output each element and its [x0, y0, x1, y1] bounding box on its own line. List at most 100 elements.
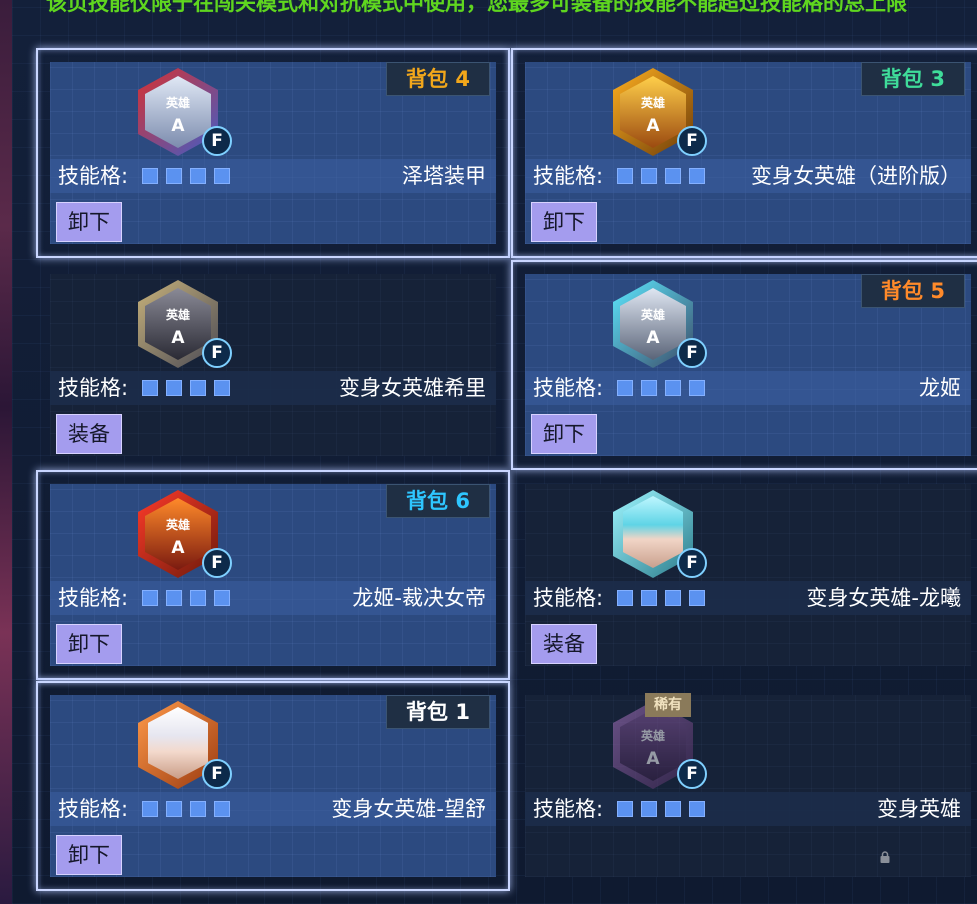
slot-square — [166, 590, 182, 606]
skill-name: 变身女英雄希里 — [339, 376, 486, 400]
hero-emblem-red-orange-icon: 英雄 A F — [130, 486, 232, 582]
skill-info-row: 技能格: 龙姬 — [525, 371, 971, 405]
slot-indicators — [617, 801, 705, 817]
skill-card-body: 英雄 A F 稀有 技能格: 变身英雄 — [525, 693, 971, 877]
slot-indicators — [142, 801, 230, 817]
bag-tag: 背包 6 — [386, 484, 490, 518]
f-badge-icon: F — [202, 759, 232, 789]
slot-square — [641, 168, 657, 184]
bag-tag: 背包 3 — [861, 62, 965, 96]
slot-square — [665, 590, 681, 606]
slot-square — [617, 590, 633, 606]
skill-info-row: 技能格: 龙姬-裁决女帝 — [50, 581, 496, 615]
f-badge-icon: F — [677, 548, 707, 578]
slot-square — [665, 168, 681, 184]
skill-card-body: 英雄 A F 技能格: 变身女英雄希里 装备 — [50, 274, 496, 456]
equip-button[interactable]: 装备 — [531, 624, 597, 664]
skill-info-row: 技能格: 变身英雄 — [525, 792, 971, 826]
unequip-button[interactable]: 卸下 — [531, 202, 597, 242]
slot-indicators — [617, 590, 705, 606]
skill-card-heroine-advanced[interactable]: 英雄 A F 背包 3 技能格: 变身女英雄（进阶版） 卸下 — [511, 48, 977, 258]
slot-square — [142, 801, 158, 817]
slot-square — [665, 801, 681, 817]
slot-square — [617, 801, 633, 817]
skill-name: 龙姬-裁决女帝 — [352, 586, 486, 610]
skill-name: 泽塔装甲 — [402, 164, 486, 188]
equip-button[interactable]: 装备 — [56, 414, 122, 454]
hero-emblem-cyan-silver-icon: 英雄 A F — [605, 276, 707, 372]
skill-card-hero-transform-locked[interactable]: 英雄 A F 稀有 技能格: 变身英雄 — [511, 681, 977, 891]
f-badge-icon: F — [677, 338, 707, 368]
emblem-label: 英雄 — [640, 729, 665, 743]
skill-card-body: 英雄 A F 背包 3 技能格: 变身女英雄（进阶版） 卸下 — [525, 62, 971, 244]
slot-square — [166, 801, 182, 817]
emblem-label: 英雄 — [165, 308, 190, 322]
skill-card-heroine-longxi[interactable]: F 技能格: 变身女英雄-龙曦 装备 — [511, 470, 977, 680]
unequip-button[interactable]: 卸下 — [56, 202, 122, 242]
slot-square — [689, 168, 705, 184]
slot-square — [214, 801, 230, 817]
skill-card-body: F 背包 1 技能格: 变身女英雄-望舒 卸下 — [50, 695, 496, 877]
skill-name: 变身英雄 — [877, 797, 961, 821]
skill-card-body: F 技能格: 变身女英雄-龙曦 装备 — [525, 484, 971, 666]
slot-square — [641, 801, 657, 817]
skill-card-dragon-princess[interactable]: 英雄 A F 背包 5 技能格: 龙姬 卸下 — [511, 260, 977, 470]
slot-square — [617, 380, 633, 396]
unequip-button[interactable]: 卸下 — [56, 835, 122, 875]
skill-info-row: 技能格: 变身女英雄（进阶版） — [525, 159, 971, 193]
heroine-portrait-cyan-hair-icon: F — [605, 486, 707, 582]
slot-label: 技能格: — [533, 376, 604, 400]
slot-indicators — [142, 168, 230, 184]
slot-square — [214, 168, 230, 184]
lock-icon — [880, 851, 890, 863]
slot-square — [665, 380, 681, 396]
rank-letter: A — [646, 749, 660, 769]
slot-label: 技能格: — [58, 797, 129, 821]
unequip-button[interactable]: 卸下 — [56, 624, 122, 664]
bag-tag: 背包 1 — [386, 695, 490, 729]
skill-name: 变身女英雄（进阶版） — [751, 164, 961, 188]
f-badge-icon: F — [202, 338, 232, 368]
slot-square — [214, 380, 230, 396]
skill-info-row: 技能格: 变身女英雄-龙曦 — [525, 581, 971, 615]
slot-label: 技能格: — [533, 797, 604, 821]
emblem-label: 英雄 — [165, 518, 190, 532]
slot-square — [166, 380, 182, 396]
emblem-label: 英雄 — [640, 96, 665, 110]
skill-card-body: 英雄 A F 背包 4 技能格: 泽塔装甲 卸下 — [50, 62, 496, 244]
hero-emblem-red-blue-icon: 英雄 A F — [130, 64, 232, 160]
slot-square — [689, 801, 705, 817]
unequip-button[interactable]: 卸下 — [531, 414, 597, 454]
emblem-label: 英雄 — [165, 96, 190, 110]
emblem-label: 英雄 — [640, 308, 665, 322]
heroine-portrait-white-hair-icon: F — [130, 697, 232, 793]
skill-card-body: 英雄 A F 背包 5 技能格: 龙姬 卸下 — [525, 274, 971, 456]
skill-name: 变身女英雄-龙曦 — [806, 586, 961, 610]
slot-square — [142, 168, 158, 184]
slot-square — [689, 590, 705, 606]
slot-square — [617, 168, 633, 184]
f-badge-icon: F — [677, 126, 707, 156]
slot-square — [214, 590, 230, 606]
slot-square — [166, 168, 182, 184]
slot-indicators — [142, 380, 230, 396]
slot-square — [142, 380, 158, 396]
hero-emblem-gold-icon: 英雄 A F — [605, 64, 707, 160]
skill-card-body: 英雄 A F 背包 6 技能格: 龙姬-裁决女帝 卸下 — [50, 484, 496, 666]
slot-label: 技能格: — [533, 164, 604, 188]
f-badge-icon: F — [202, 126, 232, 156]
slot-label: 技能格: — [58, 376, 129, 400]
bag-tag: 背包 5 — [861, 274, 965, 308]
slot-square — [190, 168, 206, 184]
slot-square — [641, 590, 657, 606]
skill-card-heroine-ciri[interactable]: 英雄 A F 技能格: 变身女英雄希里 装备 — [36, 260, 510, 470]
skill-info-row: 技能格: 变身女英雄-望舒 — [50, 792, 496, 826]
slot-label: 技能格: — [533, 586, 604, 610]
slot-square — [689, 380, 705, 396]
skill-card-zeta-armor[interactable]: 英雄 A F 背包 4 技能格: 泽塔装甲 卸下 — [36, 48, 510, 258]
slot-indicators — [617, 168, 705, 184]
skill-card-heroine-wangshu[interactable]: F 背包 1 技能格: 变身女英雄-望舒 卸下 — [36, 681, 510, 891]
skill-info-row: 技能格: 变身女英雄希里 — [50, 371, 496, 405]
equip-notice: 该页技能仅限于在闯关模式和对抗模式中使用，您最多可装备的技能不能超过技能格的总上… — [46, 0, 907, 15]
skill-card-dragon-empress[interactable]: 英雄 A F 背包 6 技能格: 龙姬-裁决女帝 卸下 — [36, 470, 510, 680]
